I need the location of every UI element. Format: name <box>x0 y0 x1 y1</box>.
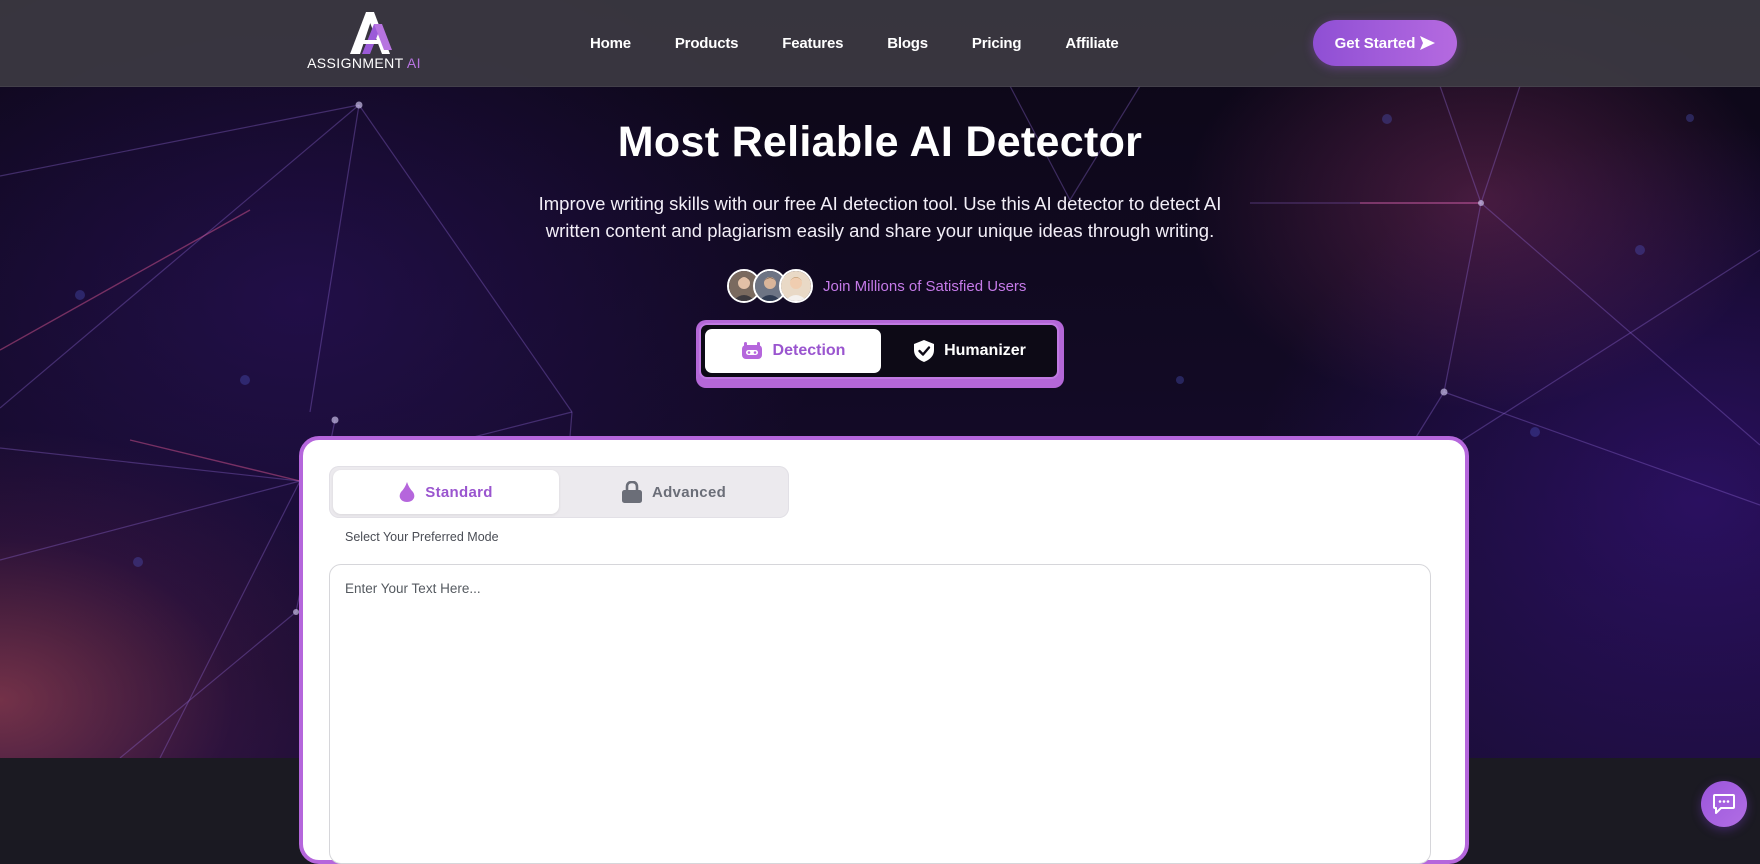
logo[interactable]: ASSIGNMENT AI <box>302 10 426 74</box>
page-subtitle: Improve writing skills with our free AI … <box>538 193 1222 241</box>
tool-switch-track: Detection Humanizer <box>699 323 1059 379</box>
mode-standard-label: Standard <box>425 483 493 501</box>
mode-selector: Standard Advanced <box>329 466 789 518</box>
text-input[interactable] <box>329 564 1431 864</box>
logo-accent: AI <box>406 55 421 71</box>
get-started-label: Get Started <box>1334 34 1416 52</box>
mode-advanced[interactable]: Advanced <box>563 470 785 514</box>
logo-brand: ASSIGNMENT <box>307 55 404 71</box>
nav-affiliate[interactable]: Affiliate <box>1065 35 1118 52</box>
main-nav: Home Products Features Blogs Pricing Aff… <box>590 0 1119 86</box>
chat-icon <box>1713 794 1735 814</box>
nav-products[interactable]: Products <box>675 35 739 52</box>
page-title: Most Reliable AI Detector <box>617 118 1143 166</box>
detector-card: Standard Advanced Select Your Preferred … <box>299 436 1469 864</box>
nav-features[interactable]: Features <box>782 35 843 52</box>
site-header: ASSIGNMENT AI Home Products Features Blo… <box>0 0 1760 87</box>
mode-standard[interactable]: Standard <box>333 470 559 514</box>
logo-mark-icon <box>350 12 392 54</box>
logo-text: ASSIGNMENT AI <box>302 55 426 71</box>
lock-icon <box>621 481 642 503</box>
drop-icon <box>399 482 415 502</box>
mode-caption: Select Your Preferred Mode <box>345 530 499 544</box>
tab-humanizer-label: Humanizer <box>944 342 1026 359</box>
robot-icon <box>741 342 762 359</box>
tab-humanizer[interactable]: Humanizer <box>887 329 1053 373</box>
tool-switch: Detection Humanizer <box>696 320 1064 388</box>
get-started-button[interactable]: Get Started <box>1313 20 1457 66</box>
chat-widget-button[interactable] <box>1701 781 1747 827</box>
shield-check-icon <box>914 340 935 362</box>
nav-home[interactable]: Home <box>590 35 631 52</box>
nav-blogs[interactable]: Blogs <box>887 35 928 52</box>
tab-detection[interactable]: Detection <box>705 329 881 373</box>
send-arrow-icon <box>1420 36 1436 50</box>
nav-pricing[interactable]: Pricing <box>972 35 1022 52</box>
mode-advanced-label: Advanced <box>651 483 727 501</box>
avatar <box>779 269 813 303</box>
social-proof: Join Millions of Satisfied Users <box>727 268 1026 304</box>
tab-detection-label: Detection <box>772 342 846 359</box>
social-proof-label: Join Millions of Satisfied Users <box>823 277 1027 295</box>
